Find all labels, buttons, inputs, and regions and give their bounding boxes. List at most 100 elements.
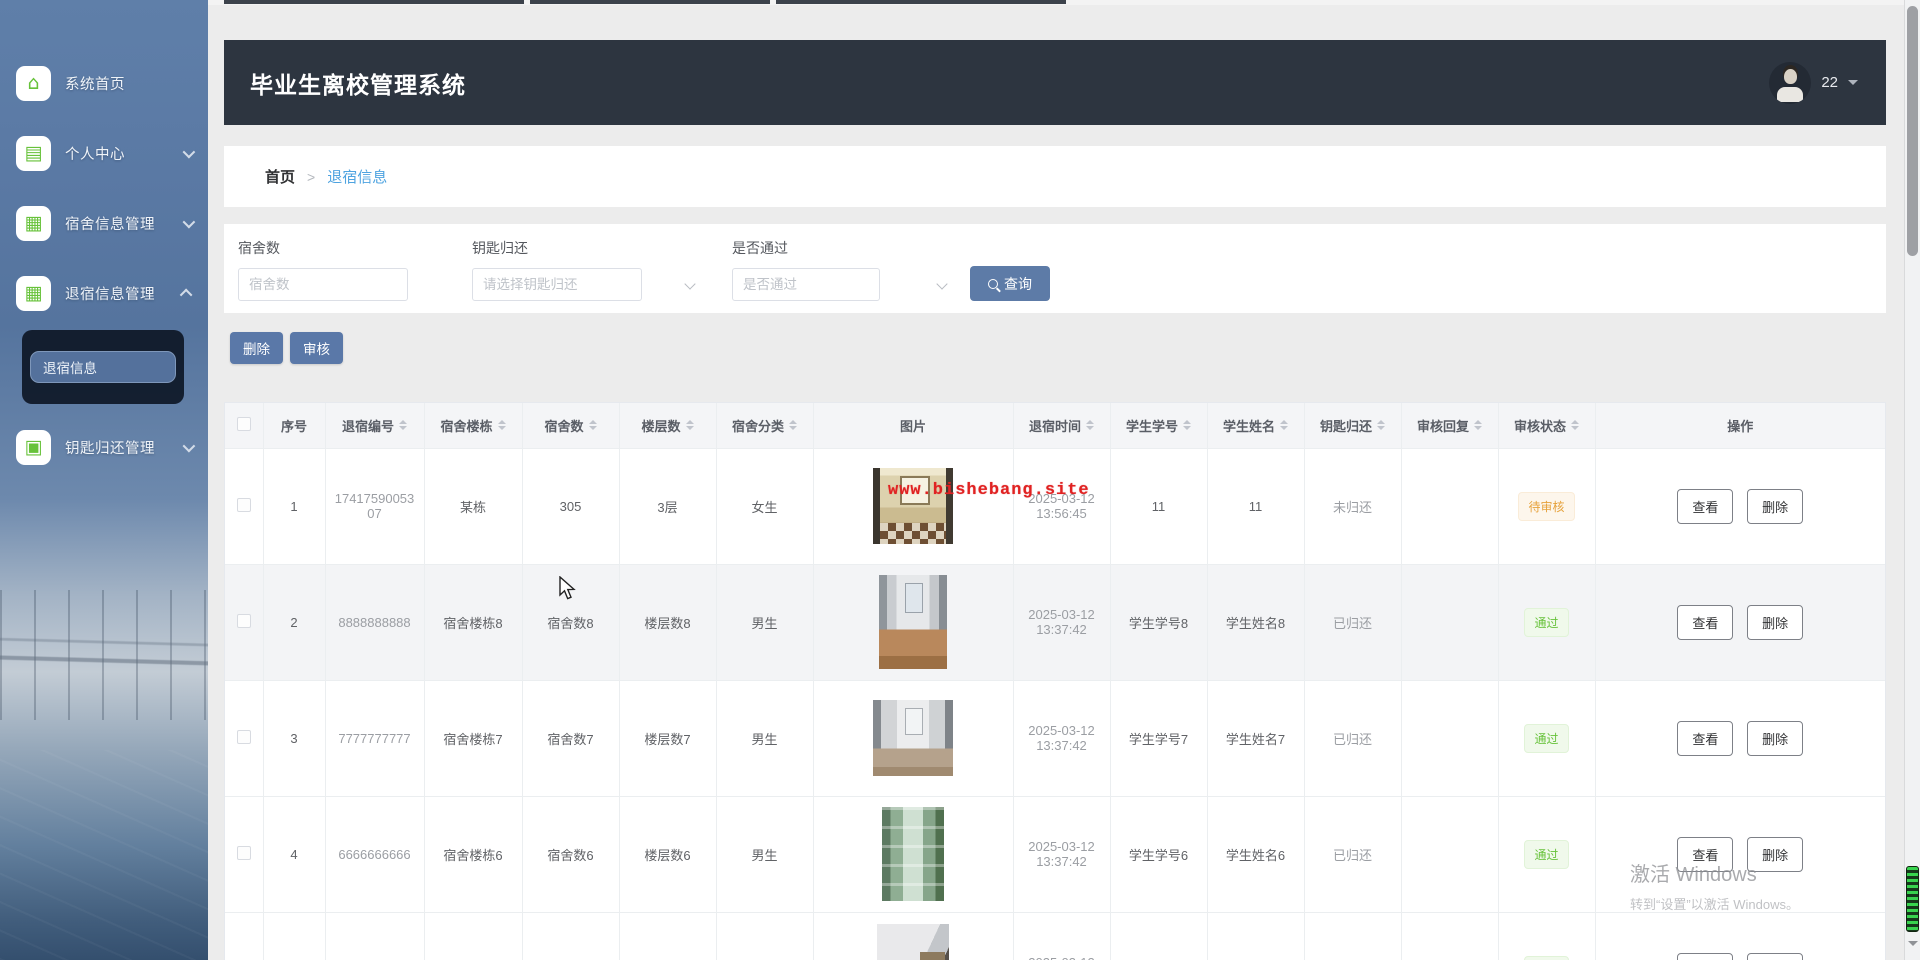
- delete-button[interactable]: 删除: [230, 332, 283, 364]
- row-checkbox[interactable]: [236, 845, 251, 860]
- cell-checkout-time: 2025-03-12 13:56:45: [1013, 448, 1111, 565]
- cell-floor: 楼层数5: [619, 912, 717, 960]
- chevron-icon: [179, 288, 193, 301]
- filter-dorm-input[interactable]: [238, 268, 408, 301]
- breadcrumb-current[interactable]: 退宿信息: [327, 166, 387, 187]
- page-scrollbar[interactable]: [1904, 0, 1920, 960]
- sort-caret-icon[interactable]: [1183, 416, 1191, 434]
- status-badge: 通过: [1524, 839, 1569, 869]
- view-button[interactable]: 查看: [1677, 488, 1734, 524]
- cell-review-reply: [1401, 912, 1499, 960]
- table-header-cell[interactable]: 钥匙归还: [1304, 403, 1402, 449]
- cell-review-status: 通过: [1498, 680, 1596, 797]
- breadcrumb: 首页 > 退宿信息: [224, 146, 1886, 207]
- cell-student-name: 11: [1207, 448, 1305, 565]
- sort-caret-icon[interactable]: [399, 416, 407, 434]
- search-button[interactable]: 查询: [970, 266, 1050, 301]
- table-row: 5 5555555555 宿舍楼栋5 宿舍数5 楼层数5 男生 2025-03-…: [225, 912, 1885, 960]
- table-header-cell[interactable]: 学生姓名: [1207, 403, 1305, 449]
- row-checkbox[interactable]: [236, 613, 251, 628]
- row-delete-button[interactable]: 删除: [1747, 720, 1804, 756]
- sidebar-item-profile[interactable]: 个人中心: [0, 118, 208, 188]
- user-dropdown-caret-icon[interactable]: [1848, 79, 1858, 90]
- dorm-photo[interactable]: [882, 807, 944, 901]
- cell-review-reply: [1401, 796, 1499, 913]
- table-header-cell[interactable]: 宿舍分类: [716, 403, 814, 449]
- sort-caret-icon[interactable]: [1280, 416, 1288, 434]
- scrollbar-thumb[interactable]: [1907, 6, 1918, 256]
- dorm-photo[interactable]: [873, 700, 953, 776]
- breadcrumb-home[interactable]: 首页: [265, 166, 295, 187]
- row-delete-button[interactable]: 删除: [1747, 488, 1804, 524]
- table-header-cell[interactable]: 序号: [263, 403, 326, 449]
- table-header-cell[interactable]: 审核回复: [1401, 403, 1499, 449]
- table-header-cell[interactable]: 学生学号: [1110, 403, 1208, 449]
- sidebar-item-home[interactable]: 系统首页: [0, 48, 208, 118]
- dorm-photo[interactable]: [877, 924, 949, 960]
- cell-photo: [813, 448, 1014, 565]
- activate-windows-watermark: 激活 Windows 转到“设置”以激活 Windows。: [1630, 858, 1799, 913]
- row-checkbox[interactable]: [236, 729, 251, 744]
- table-header-cell[interactable]: 宿舍楼栋: [424, 403, 523, 449]
- user-avatar[interactable]: [1769, 61, 1812, 104]
- table-header-cell[interactable]: 退宿时间: [1013, 403, 1111, 449]
- filter-key-caret-icon[interactable]: [684, 278, 696, 290]
- view-button[interactable]: 查看: [1677, 604, 1734, 640]
- search-button-label: 查询: [1004, 275, 1032, 292]
- review-button[interactable]: 审核: [290, 332, 343, 364]
- scrollbar-down-arrow-icon[interactable]: [1908, 941, 1918, 951]
- dorm-photo[interactable]: [873, 468, 953, 544]
- table-header-cell[interactable]: 图片: [813, 403, 1014, 449]
- cell-checkout-id: 7777777777: [325, 680, 425, 797]
- cell-index: 2: [263, 564, 326, 681]
- sort-caret-icon[interactable]: [1086, 416, 1094, 434]
- monitor-icon: [25, 438, 43, 457]
- table-header-cell[interactable]: 宿舍数: [522, 403, 620, 449]
- table-header-cell[interactable]: 楼层数: [619, 403, 717, 449]
- view-button[interactable]: 查看: [1677, 952, 1734, 960]
- table-header-cell[interactable]: 审核状态: [1498, 403, 1596, 449]
- table-header-cell[interactable]: 退宿编号: [325, 403, 425, 449]
- cell-building: 宿舍楼栋7: [424, 680, 523, 797]
- row-checkbox[interactable]: [236, 497, 251, 512]
- dorm-photo[interactable]: [879, 575, 947, 669]
- select-all-checkbox[interactable]: [236, 416, 251, 431]
- table-header-cell[interactable]: 操作: [1595, 403, 1885, 449]
- sort-caret-icon[interactable]: [1474, 416, 1482, 434]
- sidebar-subitem-checkout-info[interactable]: 退宿信息: [30, 351, 176, 383]
- row-delete-button[interactable]: 删除: [1747, 952, 1804, 960]
- user-menu[interactable]: 22: [1769, 40, 1858, 125]
- breadcrumb-separator: >: [307, 168, 316, 185]
- sort-caret-icon[interactable]: [789, 416, 797, 434]
- row-delete-button[interactable]: 删除: [1747, 604, 1804, 640]
- filter-passed-select[interactable]: [732, 268, 880, 301]
- cell-actions: 查看 删除: [1595, 564, 1885, 681]
- cell-category: 男生: [716, 912, 814, 960]
- sort-caret-icon[interactable]: [588, 416, 597, 434]
- sidebar-menu: 系统首页 个人中心 宿舍信息管理 退宿信息管理 退宿信息 钥匙归还管理: [0, 48, 208, 482]
- cell-checkout-id: 5555555555: [325, 912, 425, 960]
- sidebar-item-dorm-info-mgmt[interactable]: 宿舍信息管理: [0, 188, 208, 258]
- app-title: 毕业生离校管理系统: [250, 71, 466, 98]
- filter-key-select[interactable]: [472, 268, 642, 301]
- cell-room: 305: [522, 448, 620, 565]
- status-badge: 通过: [1524, 955, 1569, 960]
- cell-student-id: 学生学号6: [1110, 796, 1208, 913]
- cell-building: 宿舍楼栋5: [424, 912, 523, 960]
- sort-caret-icon[interactable]: [1571, 416, 1579, 434]
- sidebar-item-checkout-mgmt[interactable]: 退宿信息管理: [0, 258, 208, 328]
- filter-dorm-label: 宿舍数: [238, 240, 280, 256]
- site-watermark: www.bishebang.site: [888, 481, 1090, 500]
- view-button[interactable]: 查看: [1677, 720, 1734, 756]
- sidebar-item-key-return-mgmt[interactable]: 钥匙归还管理: [0, 412, 208, 482]
- cell-review-status: 通过: [1498, 564, 1596, 681]
- cell-actions: 查看 删除: [1595, 680, 1885, 797]
- filter-passed-caret-icon[interactable]: [936, 278, 948, 290]
- grid-icon: [25, 214, 43, 233]
- cell-floor: 楼层数8: [619, 564, 717, 681]
- sort-caret-icon[interactable]: [1377, 416, 1385, 434]
- cell-building: 某栋: [424, 448, 523, 565]
- sort-caret-icon[interactable]: [497, 416, 506, 434]
- sort-caret-icon[interactable]: [685, 416, 694, 434]
- cell-room: 宿舍数8: [522, 564, 620, 681]
